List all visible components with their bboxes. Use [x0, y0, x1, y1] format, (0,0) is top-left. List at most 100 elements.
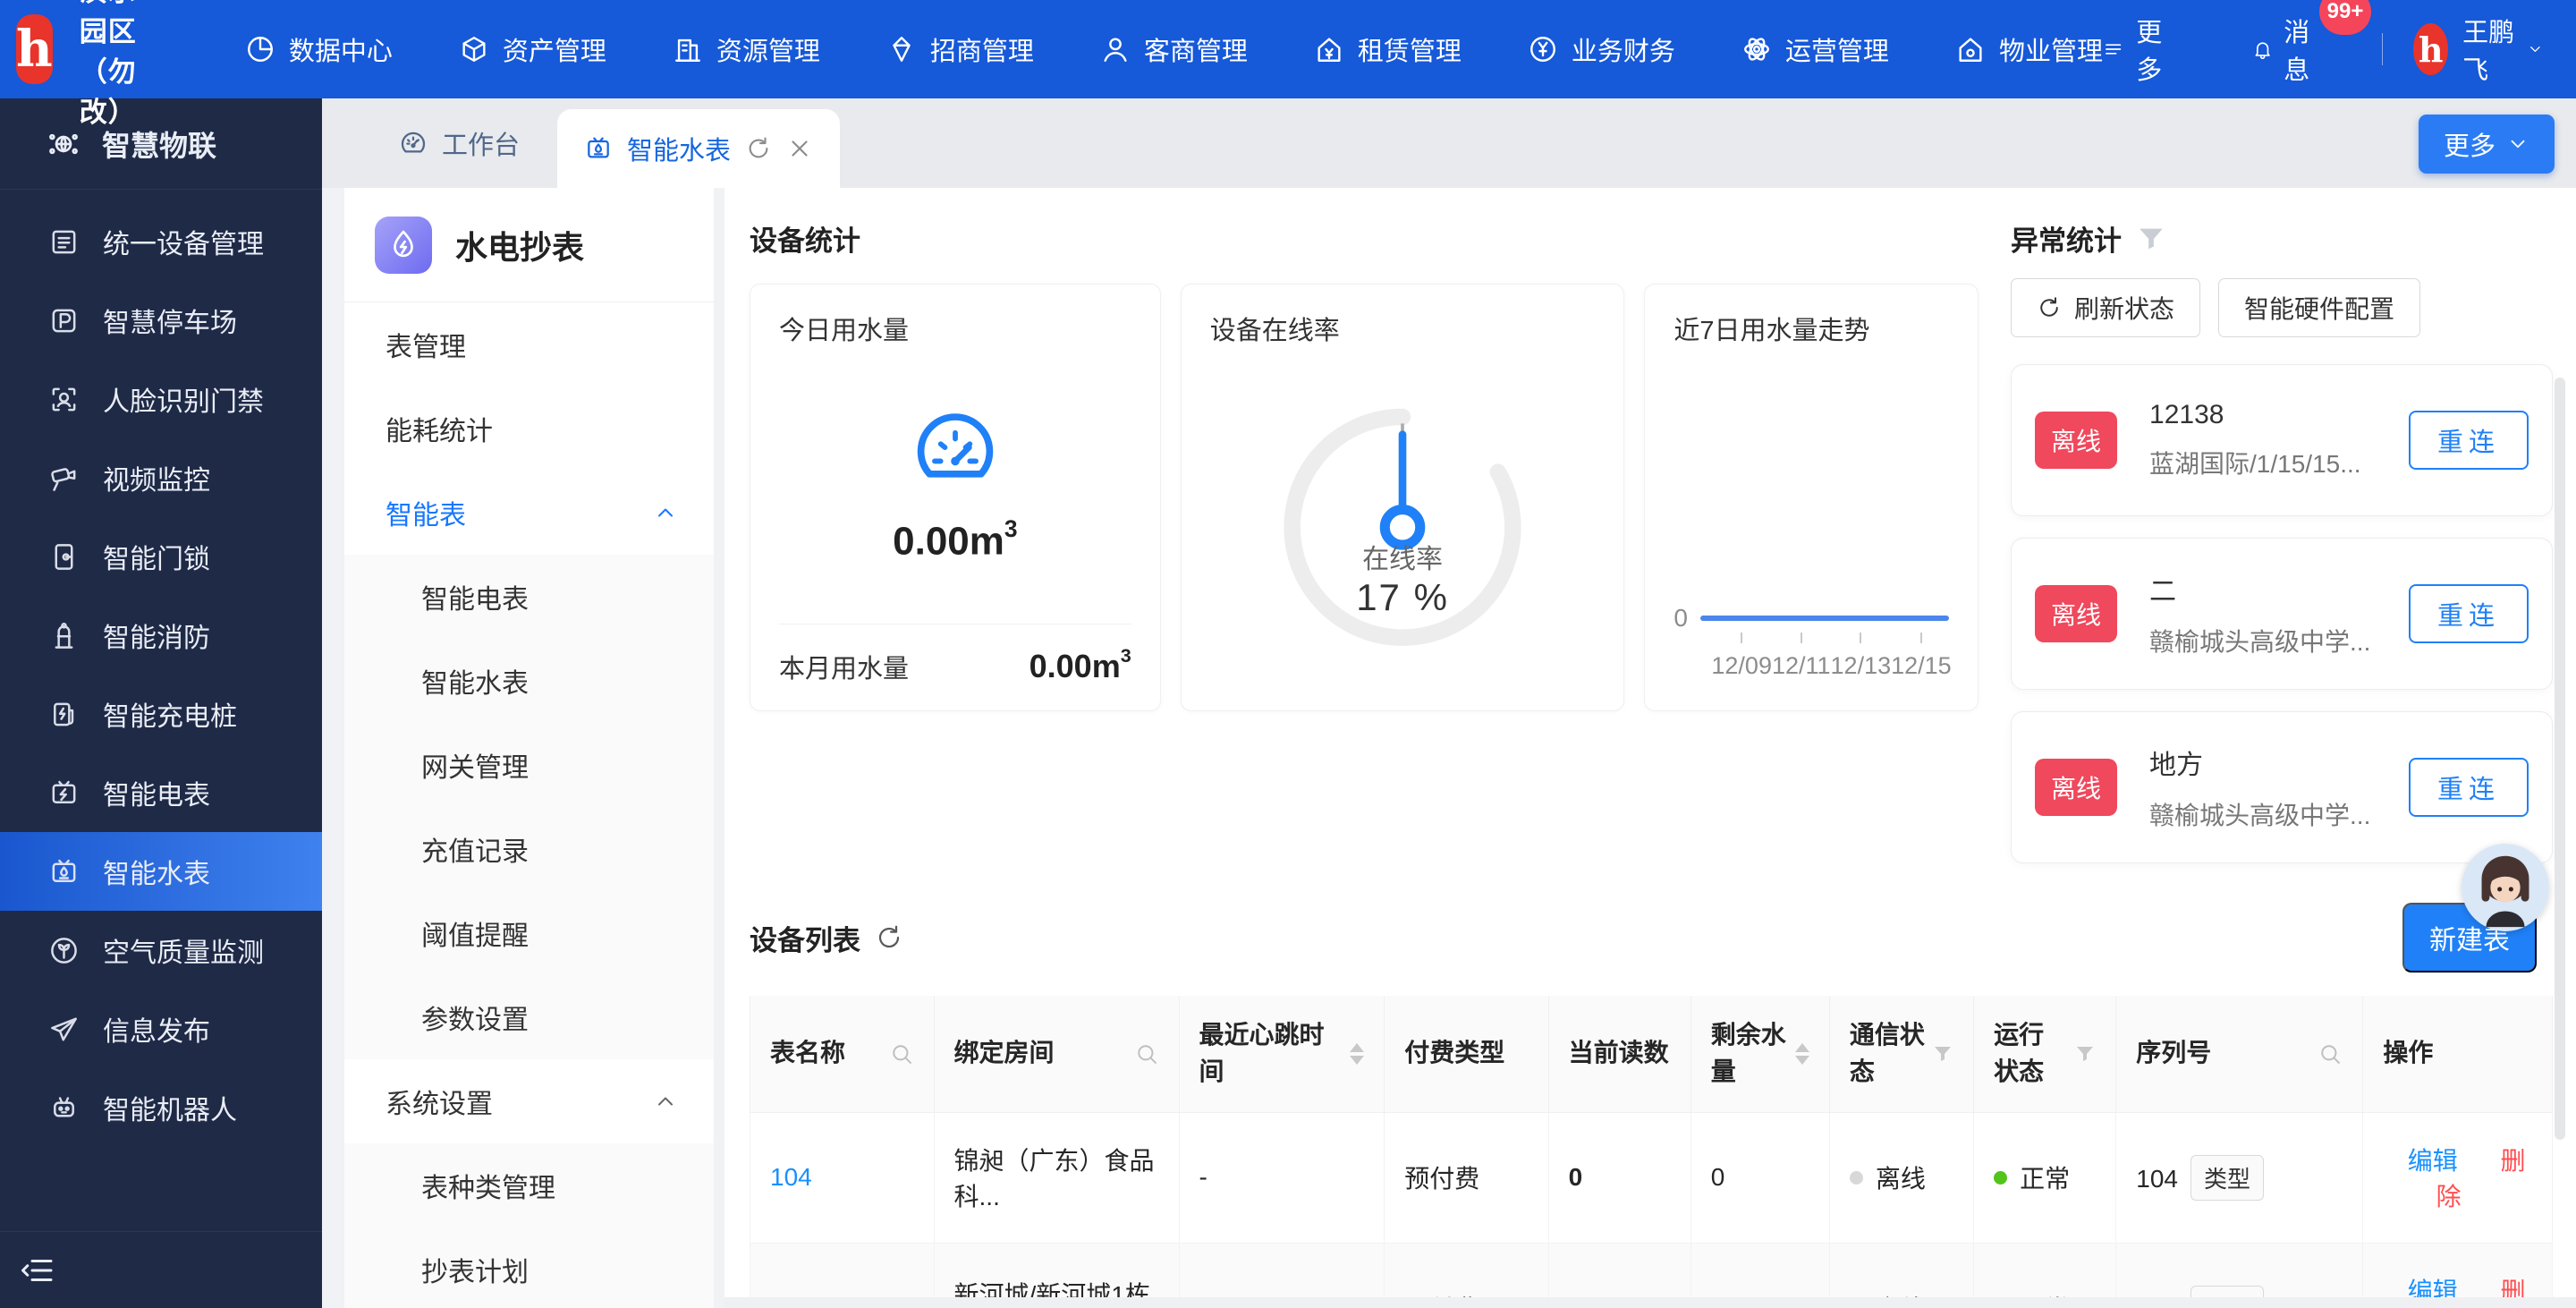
collapse-sidebar-icon[interactable]: [20, 1252, 57, 1289]
abnormal-title: 异常统计: [2011, 218, 2122, 259]
sidebar-item[interactable]: 智能水表: [0, 832, 322, 911]
sort-icon[interactable]: [1795, 1043, 1809, 1065]
chevron-down-icon[interactable]: [2527, 37, 2544, 62]
refresh-tab-icon[interactable]: [745, 135, 772, 162]
edit-link[interactable]: 编辑: [2408, 1147, 2458, 1175]
topnav-item-icon: [1314, 34, 1344, 64]
reconnect-button[interactable]: 重连: [2409, 584, 2529, 643]
reconnect-button[interactable]: 重连: [2409, 411, 2529, 470]
module-menu-item[interactable]: 智能电表: [344, 555, 714, 639]
sidebar-item[interactable]: 空气质量监测: [0, 911, 322, 989]
module-menu-item[interactable]: 充值记录: [344, 807, 714, 891]
user-name[interactable]: 王鹏飞: [2462, 12, 2514, 87]
sidebar-item[interactable]: 人脸识别门禁: [0, 360, 322, 438]
tab-workbench[interactable]: 工作台: [361, 98, 557, 188]
brand-logo[interactable]: h: [16, 14, 53, 84]
meter-name-link[interactable]: 104: [770, 1163, 812, 1191]
sidebar-item[interactable]: 智能电表: [0, 753, 322, 832]
sidebar-item[interactable]: 信息发布: [0, 989, 322, 1068]
meter-gauge-icon: [912, 406, 998, 492]
refresh-status-button[interactable]: 刷新状态: [2011, 278, 2200, 337]
device-table: 表名称 绑定房间: [750, 996, 2553, 1308]
table-header-cell[interactable]: 当前读数: [1548, 996, 1690, 1112]
table-header-cell[interactable]: 运行状态: [1974, 996, 2116, 1112]
reconnect-button[interactable]: 重连: [2409, 758, 2529, 817]
user-avatar[interactable]: h: [2413, 23, 2448, 75]
topnav-item-label: 物业管理: [1999, 30, 2103, 68]
module-menu-item-label: 智能电表: [421, 577, 529, 616]
sidebar-item[interactable]: 智慧停车场: [0, 281, 322, 360]
sidebar-item-label: 空气质量监测: [103, 930, 264, 970]
scrollbar[interactable]: [2555, 378, 2565, 1140]
horizontal-scrollbar[interactable]: [724, 1297, 2576, 1308]
sidebar-item[interactable]: 智能机器人: [0, 1068, 322, 1147]
table-header-cell[interactable]: 操作: [2363, 996, 2553, 1112]
sidebar-item-label: 信息发布: [103, 1009, 210, 1049]
module-menu-item[interactable]: 智能水表: [344, 639, 714, 723]
module-menu-item[interactable]: 系统设置: [344, 1059, 714, 1143]
module-menu-item[interactable]: 表种类管理: [344, 1143, 714, 1227]
table-header-cell[interactable]: 付费类型: [1385, 996, 1548, 1112]
assistant-avatar[interactable]: [2462, 844, 2549, 931]
module-menu-item[interactable]: 表管理: [344, 302, 714, 386]
topnav-item[interactable]: 租赁管理: [1314, 30, 1462, 68]
device-list-title-row: 设备列表: [750, 918, 903, 958]
topnav-item[interactable]: 业务财务: [1528, 30, 1675, 68]
module-menu-item[interactable]: 阈值提醒: [344, 891, 714, 975]
search-icon[interactable]: [889, 1041, 914, 1066]
topnav-item[interactable]: 运营管理: [1741, 30, 1889, 68]
topnav-item[interactable]: 客商管理: [1100, 30, 1248, 68]
module-menu-item[interactable]: 抄表计划: [344, 1227, 714, 1308]
table-header-cell[interactable]: 表名称: [750, 996, 935, 1112]
tab-workbench-label: 工作台: [442, 124, 520, 162]
messages-button[interactable]: 消息 99+: [2252, 12, 2319, 87]
trend-y-zero: 0: [1674, 604, 1688, 633]
sidebar-item[interactable]: 视频监控: [0, 438, 322, 517]
sort-icon[interactable]: [1350, 1043, 1364, 1065]
filter-icon[interactable]: [2074, 1043, 2096, 1065]
topnav-more[interactable]: 更多: [2103, 12, 2172, 87]
topnav-item[interactable]: 资源管理: [673, 30, 820, 68]
park-name[interactable]: 演示园区（勿改）: [80, 0, 156, 130]
main-panel: 设备统计 今日用水量: [724, 188, 2576, 1308]
refresh-list-icon[interactable]: [875, 923, 903, 952]
module-menu-item-label: 智能表: [386, 493, 466, 532]
table-header-cell[interactable]: 绑定房间: [934, 996, 1179, 1112]
module-menu-item[interactable]: 能耗统计: [344, 386, 714, 471]
tab-smart-water-meter[interactable]: 智能水表: [557, 109, 840, 188]
topnav-item[interactable]: 招商管理: [886, 30, 1034, 68]
hardware-config-button[interactable]: 智能硬件配置: [2218, 278, 2420, 337]
search-icon[interactable]: [2318, 1041, 2343, 1066]
topnav-more-label: 更多: [2136, 12, 2172, 87]
sidebar-item[interactable]: 智能充电桩: [0, 675, 322, 753]
sidebar-item-label: 智能水表: [103, 852, 210, 891]
tabs-more-button[interactable]: 更多: [2419, 115, 2555, 174]
module-menu-item[interactable]: 参数设置: [344, 975, 714, 1059]
abnormal-device-location: 赣榆城头高级中学...: [2149, 796, 2409, 832]
online-rate-gauge: 在线率 17 %: [1210, 347, 1596, 685]
filter-icon[interactable]: [2136, 224, 2166, 254]
topnav-item[interactable]: 物业管理: [1955, 30, 2103, 68]
module-menu-item[interactable]: 智能表: [344, 471, 714, 555]
trend-x-tick: 12/15: [1891, 633, 1952, 680]
table-header-cell[interactable]: 剩余水量: [1690, 996, 1829, 1112]
search-icon[interactable]: [1134, 1041, 1159, 1066]
month-usage-label: 本月用水量: [779, 648, 909, 685]
abnormal-title-row: 异常统计: [2011, 218, 2553, 259]
chevron-up-icon: [653, 500, 678, 525]
sidebar-item-label: 智能充电桩: [103, 694, 237, 734]
left-sidebar: 智慧物联 统一设备管理 智慧停车场 人脸识别门禁 视频监控: [0, 98, 322, 1308]
table-header-cell[interactable]: 最近心跳时间: [1179, 996, 1385, 1112]
module-menu-item[interactable]: 网关管理: [344, 723, 714, 807]
topnav-item[interactable]: 数据中心: [245, 30, 393, 68]
topnav-item[interactable]: 资产管理: [459, 30, 606, 68]
sidebar-item[interactable]: 智能消防: [0, 596, 322, 675]
abnormal-device-location: 赣榆城头高级中学...: [2149, 623, 2409, 658]
sidebar-item[interactable]: 智能门锁: [0, 517, 322, 596]
close-tab-icon[interactable]: [786, 135, 813, 162]
table-header-cell[interactable]: 序列号: [2116, 996, 2363, 1112]
sidebar-item-icon: [48, 305, 80, 336]
filter-icon[interactable]: [1932, 1043, 1953, 1065]
sidebar-item[interactable]: 统一设备管理: [0, 202, 322, 281]
table-header-cell[interactable]: 通信状态: [1829, 996, 1973, 1112]
